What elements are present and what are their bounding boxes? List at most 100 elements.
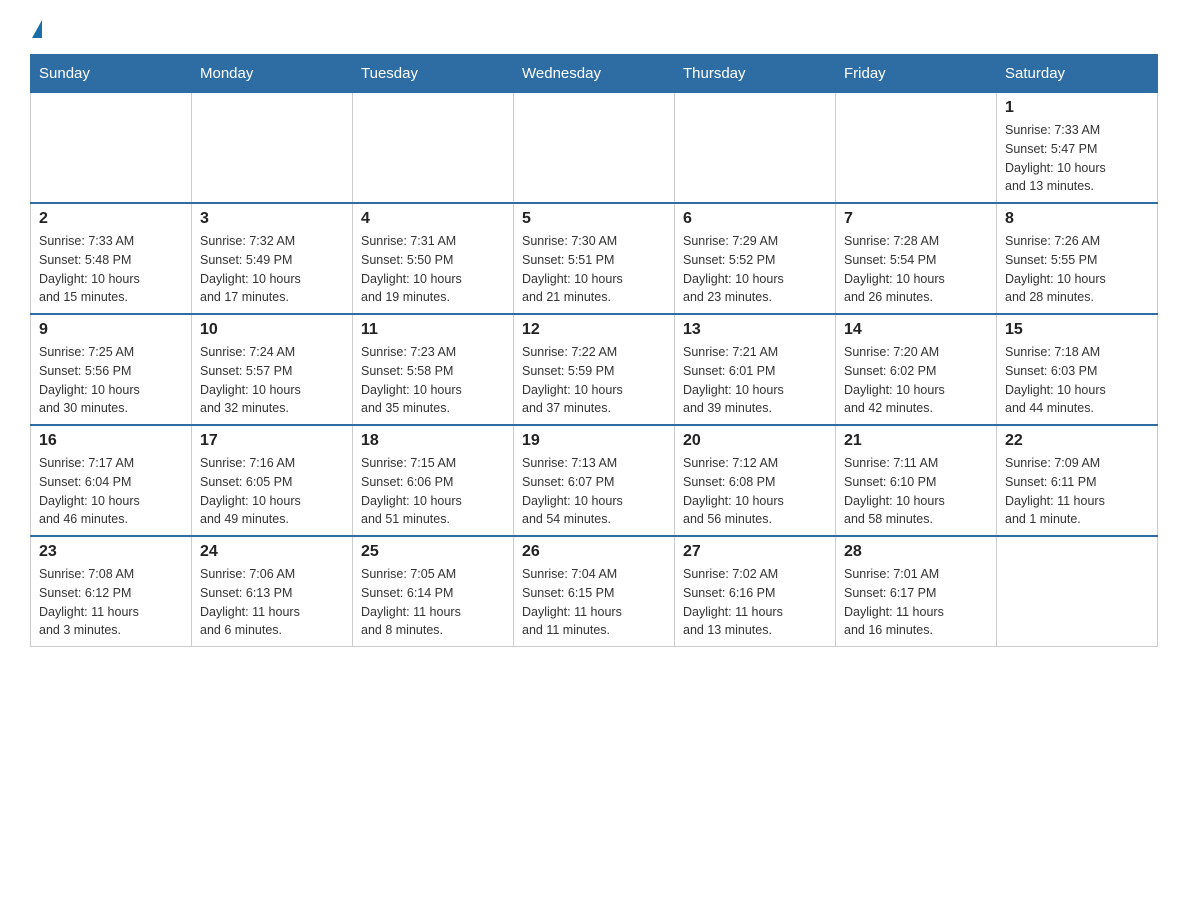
calendar-cell: 8Sunrise: 7:26 AM Sunset: 5:55 PM Daylig… <box>997 203 1158 314</box>
day-info: Sunrise: 7:01 AM Sunset: 6:17 PM Dayligh… <box>844 565 988 640</box>
calendar-cell: 9 Sunrise: 7:25 AM Sunset: 5:56 PM Daylig… <box>31 314 192 425</box>
day-number: 28 <box>844 543 988 561</box>
day-info: Sunrise: 7:13 AM Sunset: 6:07 PM Dayligh… <box>522 454 666 529</box>
day-info: Sunrise: 7:23 AM Sunset: 5:58 PM Dayligh… <box>361 343 505 418</box>
day-number: 23 <box>39 543 183 561</box>
day-number: 11 <box>361 321 505 339</box>
day-info: Sunrise: 7:33 AM Sunset: 5:47 PM Dayligh… <box>1005 121 1149 196</box>
calendar-cell: 2 Sunrise: 7:33 AM Sunset: 5:48 PM Daylig… <box>31 203 192 314</box>
day-number: 26 <box>522 543 666 561</box>
calendar-cell: 26 Sunrise: 7:04 AM Sunset: 6:15 PM Dayli… <box>514 536 675 647</box>
calendar-table: SundayMondayTuesdayWednesdayThursdayFrid… <box>30 54 1158 647</box>
calendar-cell: 15 Sunrise: 7:18 AM Sunset: 6:03 PM Dayli… <box>997 314 1158 425</box>
weekday-header-sunday: Sunday <box>31 55 192 93</box>
day-info: Sunrise: 7:08 AM Sunset: 6:12 PM Dayligh… <box>39 565 183 640</box>
calendar-cell: 7Sunrise: 7:28 AM Sunset: 5:54 PM Daylig… <box>836 203 997 314</box>
calendar-cell <box>353 93 514 204</box>
day-number: 19 <box>522 432 666 450</box>
weekday-header-friday: Friday <box>836 55 997 93</box>
calendar-cell <box>514 93 675 204</box>
logo-triangle-icon <box>32 20 42 38</box>
day-info: Sunrise: 7:18 AM Sunset: 6:03 PM Dayligh… <box>1005 343 1149 418</box>
day-number: 15 <box>1005 321 1149 339</box>
calendar-cell <box>836 93 997 204</box>
day-number: 20 <box>683 432 827 450</box>
day-number: 14 <box>844 321 988 339</box>
calendar-cell <box>675 93 836 204</box>
weekday-header-monday: Monday <box>192 55 353 93</box>
calendar-week-row-3: 16 Sunrise: 7:17 AM Sunset: 6:04 PM Dayli… <box>31 425 1158 536</box>
day-number: 9 <box>39 321 183 339</box>
calendar-cell: 13 Sunrise: 7:21 AM Sunset: 6:01 PM Dayli… <box>675 314 836 425</box>
calendar-cell: 14 Sunrise: 7:20 AM Sunset: 6:02 PM Dayli… <box>836 314 997 425</box>
logo <box>30 20 44 38</box>
calendar-cell: 5 Sunrise: 7:30 AM Sunset: 5:51 PM Daylig… <box>514 203 675 314</box>
weekday-header-thursday: Thursday <box>675 55 836 93</box>
day-info: Sunrise: 7:04 AM Sunset: 6:15 PM Dayligh… <box>522 565 666 640</box>
day-number: 4 <box>361 210 505 228</box>
calendar-cell: 21 Sunrise: 7:11 AM Sunset: 6:10 PM Dayli… <box>836 425 997 536</box>
day-number: 24 <box>200 543 344 561</box>
calendar-cell: 22 Sunrise: 7:09 AM Sunset: 6:11 PM Dayli… <box>997 425 1158 536</box>
day-info: Sunrise: 7:29 AM Sunset: 5:52 PM Dayligh… <box>683 232 827 307</box>
calendar-week-row-0: 1 Sunrise: 7:33 AM Sunset: 5:47 PM Daylig… <box>31 93 1158 204</box>
day-info: Sunrise: 7:24 AM Sunset: 5:57 PM Dayligh… <box>200 343 344 418</box>
day-number: 17 <box>200 432 344 450</box>
day-info: Sunrise: 7:32 AM Sunset: 5:49 PM Dayligh… <box>200 232 344 307</box>
day-info: Sunrise: 7:33 AM Sunset: 5:48 PM Dayligh… <box>39 232 183 307</box>
day-number: 16 <box>39 432 183 450</box>
day-info: Sunrise: 7:20 AM Sunset: 6:02 PM Dayligh… <box>844 343 988 418</box>
day-info: Sunrise: 7:21 AM Sunset: 6:01 PM Dayligh… <box>683 343 827 418</box>
day-number: 2 <box>39 210 183 228</box>
calendar-cell: 18 Sunrise: 7:15 AM Sunset: 6:06 PM Dayli… <box>353 425 514 536</box>
day-number: 25 <box>361 543 505 561</box>
calendar-cell <box>31 93 192 204</box>
day-number: 10 <box>200 321 344 339</box>
calendar-cell: 12 Sunrise: 7:22 AM Sunset: 5:59 PM Dayli… <box>514 314 675 425</box>
day-info: Sunrise: 7:30 AM Sunset: 5:51 PM Dayligh… <box>522 232 666 307</box>
day-info: Sunrise: 7:09 AM Sunset: 6:11 PM Dayligh… <box>1005 454 1149 529</box>
day-info: Sunrise: 7:05 AM Sunset: 6:14 PM Dayligh… <box>361 565 505 640</box>
day-number: 27 <box>683 543 827 561</box>
day-number: 8 <box>1005 210 1149 228</box>
calendar-cell: 27 Sunrise: 7:02 AM Sunset: 6:16 PM Dayli… <box>675 536 836 647</box>
weekday-header-wednesday: Wednesday <box>514 55 675 93</box>
day-number: 12 <box>522 321 666 339</box>
day-number: 5 <box>522 210 666 228</box>
calendar-cell: 23 Sunrise: 7:08 AM Sunset: 6:12 PM Dayli… <box>31 536 192 647</box>
day-info: Sunrise: 7:17 AM Sunset: 6:04 PM Dayligh… <box>39 454 183 529</box>
day-info: Sunrise: 7:31 AM Sunset: 5:50 PM Dayligh… <box>361 232 505 307</box>
day-info: Sunrise: 7:02 AM Sunset: 6:16 PM Dayligh… <box>683 565 827 640</box>
page-header <box>30 20 1158 38</box>
calendar-cell: 24Sunrise: 7:06 AM Sunset: 6:13 PM Dayli… <box>192 536 353 647</box>
calendar-cell: 6 Sunrise: 7:29 AM Sunset: 5:52 PM Daylig… <box>675 203 836 314</box>
calendar-week-row-4: 23 Sunrise: 7:08 AM Sunset: 6:12 PM Dayli… <box>31 536 1158 647</box>
day-info: Sunrise: 7:28 AM Sunset: 5:54 PM Dayligh… <box>844 232 988 307</box>
day-info: Sunrise: 7:11 AM Sunset: 6:10 PM Dayligh… <box>844 454 988 529</box>
day-number: 21 <box>844 432 988 450</box>
day-info: Sunrise: 7:15 AM Sunset: 6:06 PM Dayligh… <box>361 454 505 529</box>
day-number: 13 <box>683 321 827 339</box>
weekday-header-tuesday: Tuesday <box>353 55 514 93</box>
day-number: 3 <box>200 210 344 228</box>
day-number: 1 <box>1005 99 1149 117</box>
calendar-cell: 17Sunrise: 7:16 AM Sunset: 6:05 PM Dayli… <box>192 425 353 536</box>
calendar-week-row-2: 9 Sunrise: 7:25 AM Sunset: 5:56 PM Daylig… <box>31 314 1158 425</box>
day-info: Sunrise: 7:22 AM Sunset: 5:59 PM Dayligh… <box>522 343 666 418</box>
day-info: Sunrise: 7:25 AM Sunset: 5:56 PM Dayligh… <box>39 343 183 418</box>
calendar-cell: 10 Sunrise: 7:24 AM Sunset: 5:57 PM Dayli… <box>192 314 353 425</box>
calendar-cell: 28 Sunrise: 7:01 AM Sunset: 6:17 PM Dayli… <box>836 536 997 647</box>
day-number: 22 <box>1005 432 1149 450</box>
calendar-cell <box>192 93 353 204</box>
calendar-cell: 16 Sunrise: 7:17 AM Sunset: 6:04 PM Dayli… <box>31 425 192 536</box>
calendar-cell: 25 Sunrise: 7:05 AM Sunset: 6:14 PM Dayli… <box>353 536 514 647</box>
calendar-cell <box>997 536 1158 647</box>
calendar-cell: 3 Sunrise: 7:32 AM Sunset: 5:49 PM Daylig… <box>192 203 353 314</box>
day-info: Sunrise: 7:12 AM Sunset: 6:08 PM Dayligh… <box>683 454 827 529</box>
calendar-week-row-1: 2 Sunrise: 7:33 AM Sunset: 5:48 PM Daylig… <box>31 203 1158 314</box>
day-number: 18 <box>361 432 505 450</box>
calendar-cell: 1 Sunrise: 7:33 AM Sunset: 5:47 PM Daylig… <box>997 93 1158 204</box>
day-number: 6 <box>683 210 827 228</box>
weekday-header-saturday: Saturday <box>997 55 1158 93</box>
calendar-cell: 11 Sunrise: 7:23 AM Sunset: 5:58 PM Dayli… <box>353 314 514 425</box>
